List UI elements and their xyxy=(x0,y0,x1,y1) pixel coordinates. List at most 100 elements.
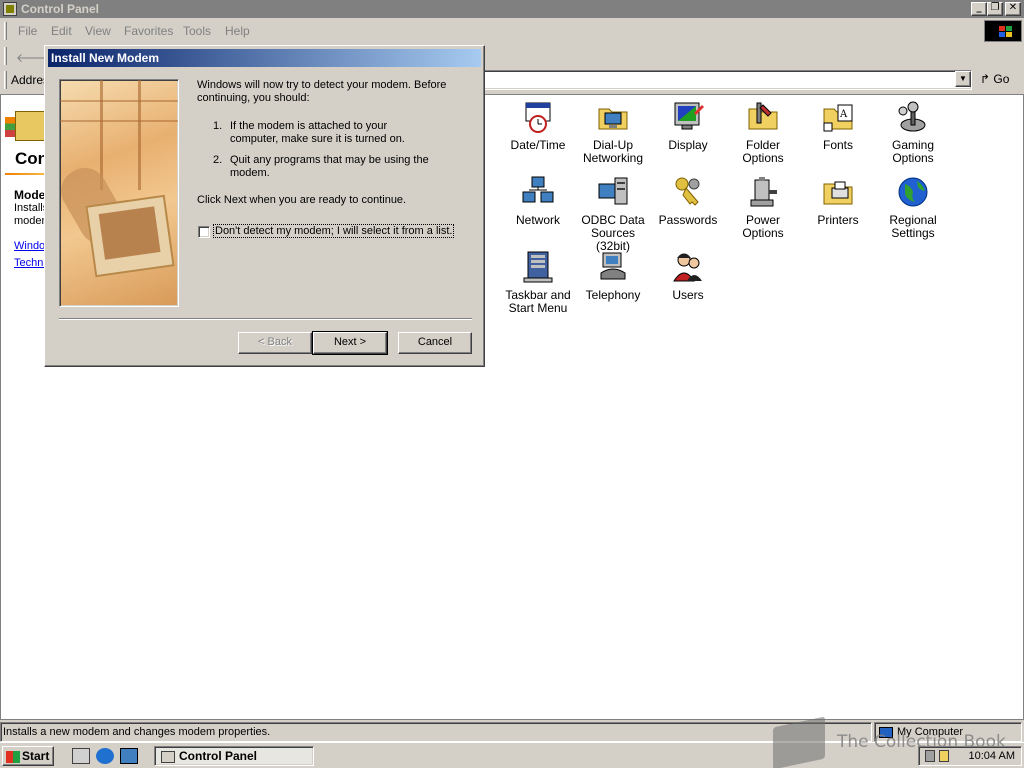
control-panel-large-icon xyxy=(15,111,45,141)
selected-item-name: Mode xyxy=(14,188,46,202)
item-label: Fonts xyxy=(822,138,853,152)
item-regional-settings[interactable]: Regional Settings xyxy=(875,176,951,240)
volume-icon[interactable] xyxy=(939,750,949,762)
item-folder-options[interactable]: Folder Options xyxy=(725,101,801,165)
item-display[interactable]: Display xyxy=(650,101,726,152)
go-arrow-icon: ↱ xyxy=(980,72,991,86)
window-title-bar[interactable]: Control Panel _ ❐ ✕ xyxy=(0,0,1024,18)
date-time-icon xyxy=(522,101,554,133)
menu-edit[interactable]: Edit xyxy=(51,24,72,38)
pole-shape xyxy=(138,80,141,190)
item-power-options[interactable]: Power Options xyxy=(725,176,801,240)
technical-support-link[interactable]: Techni xyxy=(14,257,46,269)
start-button[interactable]: Start xyxy=(2,746,54,766)
taskbar-button-control-panel[interactable]: Control Panel xyxy=(154,746,314,766)
intro-line: Windows will now try to detect your mode… xyxy=(197,79,447,91)
step-number: 1. xyxy=(213,120,223,132)
item-label: ODBC Data Sources (32bit) xyxy=(581,213,645,253)
item-passwords[interactable]: Passwords xyxy=(650,176,726,227)
wire-shape xyxy=(60,100,178,102)
item-date-time[interactable]: Date/Time xyxy=(500,101,576,152)
item-label: Date/Time xyxy=(510,138,566,152)
menu-help[interactable]: Help xyxy=(225,24,250,38)
windows-flag-icon xyxy=(6,750,20,763)
step-line: Quit any programs that may be using the xyxy=(230,154,429,166)
clock[interactable]: 10:04 AM xyxy=(969,750,1015,762)
item-telephony[interactable]: Telephony xyxy=(575,251,651,302)
next-button[interactable]: Next > xyxy=(312,331,388,355)
item-label: Users xyxy=(672,288,704,302)
step-number: 2. xyxy=(213,154,223,166)
item-label: Power Options xyxy=(742,213,784,240)
internet-explorer-icon[interactable] xyxy=(96,748,114,764)
toolbar-grip[interactable] xyxy=(4,47,7,65)
wire-shape xyxy=(60,120,178,122)
regional-settings-icon xyxy=(897,176,929,208)
modem-wizard-image xyxy=(59,79,179,307)
continue-text: Click Next when you are ready to continu… xyxy=(197,194,407,206)
status-text: Installs a new modem and changes modem p… xyxy=(0,722,872,742)
item-network[interactable]: Network xyxy=(500,176,576,227)
taskbar: Start Control Panel 10:04 AM xyxy=(0,742,1024,768)
windows-logo-icon xyxy=(984,20,1022,42)
telephony-icon xyxy=(597,251,629,283)
dont-detect-checkbox[interactable] xyxy=(198,226,210,238)
intro-text: Windows will now try to detect your mode… xyxy=(197,79,446,105)
item-label: Passwords xyxy=(658,213,718,227)
step-text: If the modem is attached to your computer… xyxy=(230,120,450,146)
item-label: Gaming Options xyxy=(891,138,935,165)
close-button[interactable]: ✕ xyxy=(1005,2,1021,16)
item-fonts[interactable]: A Fonts xyxy=(800,101,876,152)
folder-options-icon xyxy=(747,101,779,133)
start-label: Start xyxy=(22,749,50,763)
menu-tools[interactable]: Tools xyxy=(183,24,211,38)
windows-update-link[interactable]: Windo xyxy=(14,240,45,252)
item-label: Display xyxy=(668,138,708,152)
item-dial-up-networking[interactable]: Dial-Up Networking xyxy=(575,101,651,165)
item-label: Network xyxy=(515,213,560,227)
item-label: Taskbar and Start Menu xyxy=(505,288,571,315)
window-title: Control Panel xyxy=(21,2,100,16)
go-button[interactable]: ↱ Go xyxy=(980,72,1009,86)
item-label: Telephony xyxy=(585,288,641,302)
channels-icon[interactable] xyxy=(120,748,138,764)
item-label: Dial-Up Networking xyxy=(582,138,644,165)
intro-line: continuing, you should: xyxy=(197,92,310,104)
system-tray: 10:04 AM xyxy=(918,746,1022,766)
printers-icon xyxy=(822,176,854,208)
control-panel-icon[interactable] xyxy=(3,2,17,16)
address-dropdown-button[interactable]: ▼ xyxy=(955,71,971,87)
show-desktop-icon[interactable] xyxy=(72,748,90,764)
address-bar-grip[interactable] xyxy=(4,71,7,89)
menu-bar: File Edit View Favorites Tools Help xyxy=(0,20,1024,42)
menu-view[interactable]: View xyxy=(85,24,111,38)
step-line: If the modem is attached to your xyxy=(230,120,388,132)
item-printers[interactable]: Printers xyxy=(800,176,876,227)
odbc-data-sources-icon xyxy=(597,176,629,208)
back-button[interactable]: < Back xyxy=(238,332,312,354)
cancel-button[interactable]: Cancel xyxy=(398,332,472,354)
item-odbc-data-sources[interactable]: ODBC Data Sources (32bit) xyxy=(575,176,651,253)
taskbar-start-menu-icon xyxy=(522,251,554,283)
install-new-modem-dialog: Install New Modem Windows will now try t… xyxy=(44,45,485,367)
modem-tray-icon[interactable] xyxy=(925,750,935,762)
item-taskbar-start-menu[interactable]: Taskbar and Start Menu xyxy=(500,251,576,315)
status-zone: My Computer xyxy=(874,722,1022,742)
power-options-icon xyxy=(747,176,779,208)
minimize-button[interactable]: _ xyxy=(971,2,987,16)
step-text: Quit any programs that may be using the m… xyxy=(230,154,450,180)
color-stripe xyxy=(5,117,15,137)
item-gaming-options[interactable]: Gaming Options xyxy=(875,101,951,165)
dialog-title[interactable]: Install New Modem xyxy=(48,49,481,67)
dont-detect-label[interactable]: Don't detect my modem; I will select it … xyxy=(213,224,455,238)
item-users[interactable]: Users xyxy=(650,251,726,302)
control-panel-icon xyxy=(161,750,175,763)
menu-favorites[interactable]: Favorites xyxy=(124,24,173,38)
status-zone-label: My Computer xyxy=(897,726,964,738)
restore-button[interactable]: ❐ xyxy=(987,2,1003,16)
menu-file[interactable]: File xyxy=(18,24,37,38)
item-label: Regional Settings xyxy=(889,213,937,240)
menu-bar-grip[interactable] xyxy=(4,22,7,40)
passwords-icon xyxy=(672,176,704,208)
display-icon xyxy=(672,101,704,133)
